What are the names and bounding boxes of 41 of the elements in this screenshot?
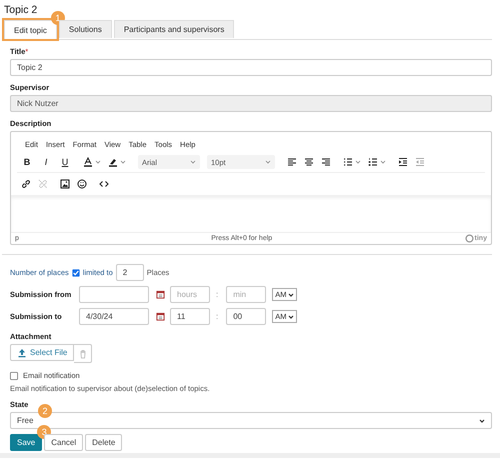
image-icon[interactable] bbox=[60, 179, 70, 189]
bullet-list-icon[interactable] bbox=[343, 157, 353, 167]
action-button[interactable]: Cancel bbox=[44, 434, 84, 451]
number-field[interactable]: 2 bbox=[116, 264, 144, 281]
action-button[interactable]: Delete bbox=[85, 434, 122, 451]
tab[interactable]: Edit topic bbox=[4, 20, 57, 39]
time-separator: : bbox=[216, 290, 218, 299]
align-center-icon[interactable] bbox=[304, 157, 314, 167]
font-color-icon[interactable] bbox=[83, 157, 93, 167]
emoji-icon[interactable] bbox=[77, 179, 87, 189]
link-icon[interactable] bbox=[21, 179, 31, 189]
select-file-button[interactable]: Select File bbox=[10, 344, 74, 361]
step-badge: 2 bbox=[38, 404, 52, 418]
hours-field[interactable]: 11 bbox=[170, 308, 210, 325]
tab[interactable]: Participants and supervisors bbox=[114, 20, 234, 38]
format-toggle[interactable]: U bbox=[59, 157, 71, 167]
numbered-list-icon[interactable] bbox=[368, 157, 378, 167]
upload-icon bbox=[17, 348, 27, 358]
date-field[interactable]: 4/30/24 bbox=[79, 308, 149, 325]
chevron-down-icon[interactable] bbox=[288, 314, 294, 318]
logo-icon bbox=[464, 234, 474, 243]
highlight-icon[interactable] bbox=[108, 157, 118, 167]
calendar-icon[interactable] bbox=[156, 290, 165, 299]
format-toggle[interactable]: I bbox=[40, 157, 52, 167]
indent-icon[interactable] bbox=[398, 157, 408, 167]
calendar-icon[interactable] bbox=[156, 312, 165, 321]
chevron-down-icon[interactable] bbox=[288, 292, 294, 296]
chevron-down-icon[interactable] bbox=[479, 418, 485, 422]
date-field[interactable] bbox=[79, 286, 149, 303]
format-toggle[interactable]: B bbox=[21, 157, 33, 167]
title-field[interactable]: Topic 2 bbox=[10, 59, 492, 76]
checkbox[interactable] bbox=[10, 372, 18, 380]
align-right-icon[interactable] bbox=[321, 157, 331, 167]
code-icon[interactable] bbox=[99, 179, 109, 189]
tab[interactable]: Solutions bbox=[58, 20, 112, 38]
time-separator: : bbox=[216, 312, 218, 321]
save-button[interactable]: Save bbox=[10, 434, 42, 451]
align-left-icon[interactable] bbox=[287, 157, 297, 167]
page-title: Topic 2 bbox=[4, 4, 38, 16]
minutes-field[interactable]: 00 bbox=[226, 308, 266, 325]
supervisor-field: Nick Nutzer bbox=[10, 95, 492, 112]
